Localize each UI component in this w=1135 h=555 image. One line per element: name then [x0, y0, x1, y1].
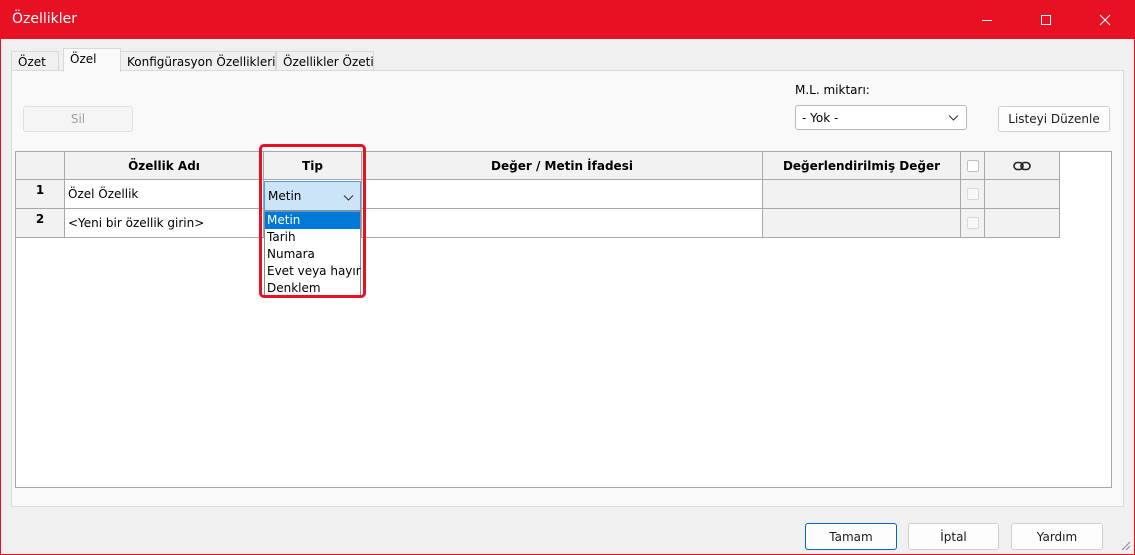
delete-button[interactable]: Sil: [23, 106, 133, 132]
row-checkbox[interactable]: [966, 217, 979, 229]
row-checkbox-cell[interactable]: [961, 209, 985, 238]
ok-button[interactable]: Tamam: [805, 523, 897, 550]
row-checkbox[interactable]: [966, 188, 979, 200]
header-value[interactable]: Değer / Metin İfadesi: [362, 152, 763, 180]
resize-grip-icon[interactable]: [1119, 539, 1131, 551]
minimize-icon: [982, 20, 992, 21]
ml-quantity-label: M.L. miktarı:: [795, 83, 870, 97]
evaluated-value-cell: [763, 209, 961, 238]
header-link[interactable]: [985, 152, 1060, 180]
cancel-button[interactable]: İptal: [908, 523, 999, 550]
highlight-frame: [259, 144, 366, 298]
corner-header: [16, 152, 65, 180]
properties-grid: Özellik Adı Tip Değer / Metin İfadesi De…: [15, 151, 1112, 488]
close-button[interactable]: [1081, 1, 1129, 39]
title-bar[interactable]: Özellikler: [1, 1, 1134, 39]
minimize-button[interactable]: [963, 1, 1011, 39]
close-icon: [1099, 14, 1111, 26]
select-all-checkbox[interactable]: [966, 159, 979, 172]
tab-summary[interactable]: Özet: [11, 51, 59, 71]
row-number[interactable]: 1: [16, 180, 65, 209]
edit-list-button[interactable]: Listeyi Düzenle: [998, 106, 1110, 132]
window-title: Özellikler: [12, 11, 78, 27]
header-evaluated[interactable]: Değerlendirilmiş Değer: [763, 152, 961, 180]
properties-dialog: Özellikler Özet Özel Konfigürasyon Özell…: [0, 0, 1135, 555]
ml-quantity-select[interactable]: - Yok -: [795, 105, 967, 130]
row-checkbox-cell[interactable]: [961, 180, 985, 209]
link-icon: [1013, 161, 1031, 170]
link-cell: [985, 180, 1060, 209]
evaluated-value-cell: [763, 180, 961, 209]
ml-quantity-value: - Yok -: [802, 110, 839, 125]
maximize-icon: [1041, 15, 1051, 25]
property-value-cell[interactable]: [362, 180, 763, 209]
tab-configuration-properties[interactable]: Konfigürasyon Özellikleri: [120, 51, 276, 71]
new-property-cell[interactable]: <Yeni bir özellik girin>: [65, 209, 264, 238]
property-value-cell[interactable]: [362, 209, 763, 238]
maximize-button[interactable]: [1022, 1, 1070, 39]
tab-custom[interactable]: Özel: [63, 48, 121, 72]
chevron-down-icon: [948, 115, 959, 121]
tab-properties-summary[interactable]: Özellikler Özeti: [276, 51, 374, 71]
header-select-all[interactable]: [961, 152, 985, 180]
property-name-cell[interactable]: Özel Özellik: [65, 180, 264, 209]
header-name[interactable]: Özellik Adı: [65, 152, 264, 180]
link-cell: [985, 209, 1060, 238]
help-button[interactable]: Yardım: [1011, 523, 1103, 550]
row-number[interactable]: 2: [16, 209, 65, 238]
